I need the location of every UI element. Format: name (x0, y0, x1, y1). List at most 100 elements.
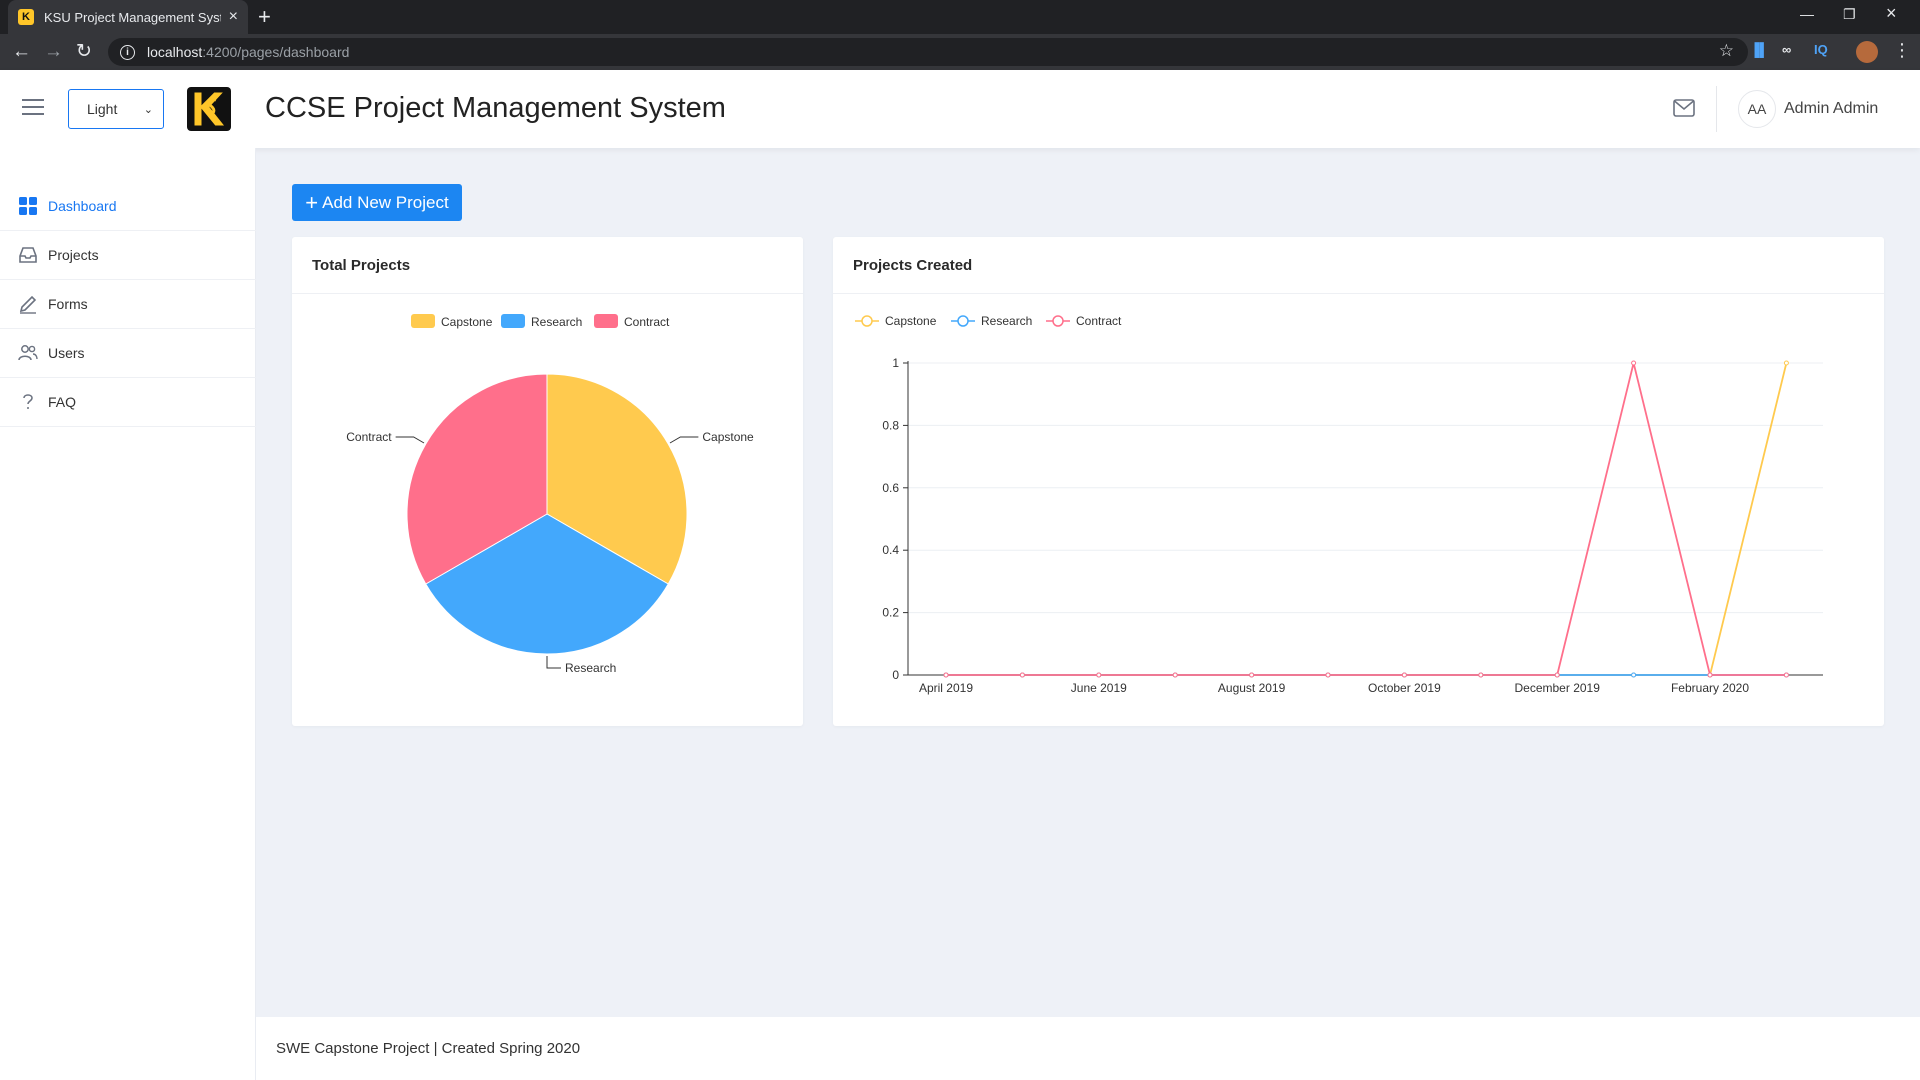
theme-select[interactable]: Light ⌄ (68, 89, 164, 129)
y-tick-label: 0.8 (882, 418, 899, 432)
data-point-contract[interactable] (1631, 360, 1637, 366)
data-point-contract[interactable] (1783, 672, 1789, 678)
legend-label: Capstone (441, 315, 493, 329)
data-point-contract[interactable] (943, 672, 949, 678)
data-point-contract[interactable] (1707, 672, 1713, 678)
total-projects-pie-chart: Capstone Research Contract Capstone Research… (346, 314, 754, 675)
header-divider (1716, 86, 1717, 132)
card-title: Projects Created (833, 237, 1884, 294)
data-point-research[interactable] (1631, 672, 1637, 678)
data-point-contract[interactable] (1478, 672, 1484, 678)
sidebar-item-dashboard[interactable]: Dashboard (0, 182, 256, 231)
extension-glasses-icon[interactable]: ∞ (1782, 42, 1791, 57)
plus-icon: + (305, 189, 319, 215)
extension-iq-icon[interactable]: IQ (1814, 42, 1828, 57)
sidebar-item-projects[interactable]: Projects (0, 231, 256, 280)
footer: SWE Capstone Project | Created Spring 20… (256, 1017, 1920, 1080)
sidebar: Dashboard Projects Forms Users FAQ (0, 148, 256, 1080)
y-tick-label: 0.2 (882, 606, 899, 620)
y-tick-label: 0.4 (882, 543, 899, 557)
close-window-icon[interactable]: × (1886, 3, 1897, 24)
legend-item-capstone[interactable]: Capstone (855, 314, 937, 328)
data-point-contract[interactable] (1554, 672, 1560, 678)
sidebar-item-label: Forms (48, 296, 88, 312)
sidebar-item-forms[interactable]: Forms (0, 280, 256, 329)
projects-created-card: Projects Created Capstone Research Contrac… (833, 237, 1884, 726)
ksu-logo-icon (187, 87, 231, 131)
add-project-label: Add New Project (322, 192, 449, 212)
people-icon (18, 345, 38, 361)
browser-menu-icon[interactable]: ⋮ (1893, 40, 1911, 61)
pie-label-line (395, 436, 425, 444)
legend-label: Contract (1076, 314, 1122, 328)
projects-created-line-chart: Capstone Research Contract 0 0.2 0.4 0.6 0.8 1 Ap… (855, 314, 1823, 695)
legend-label: Contract (624, 315, 670, 329)
mail-icon[interactable] (1673, 99, 1695, 117)
data-point-capstone[interactable] (1783, 360, 1789, 366)
url-host: localhost (147, 44, 203, 60)
url-path: :4200/pages/dashboard (202, 44, 350, 60)
profile-avatar-icon[interactable] (1856, 41, 1878, 63)
x-tick-label: April 2019 (919, 681, 973, 695)
menu-toggle-icon[interactable] (22, 99, 44, 117)
add-project-button[interactable]: + Add New Project (292, 184, 462, 221)
app-title: CCSE Project Management System (265, 92, 726, 124)
ksu-favicon-icon: K (18, 9, 34, 25)
y-tick-label: 0 (892, 668, 899, 682)
restore-icon[interactable]: ❐ (1843, 6, 1856, 23)
sidebar-item-users[interactable]: Users (0, 329, 256, 378)
user-avatar[interactable]: AA (1738, 90, 1776, 128)
sidebar-item-faq[interactable]: FAQ (0, 378, 256, 427)
browser-tab[interactable]: K KSU Project Management System × (8, 0, 248, 34)
series-line-contract (946, 362, 1787, 676)
sidebar-item-label: Users (48, 345, 85, 361)
total-projects-card: Total Projects Capstone Research Contract C… (292, 237, 803, 726)
app-header: Light ⌄ CCSE Project Management System A… (0, 70, 1920, 148)
legend-item-research[interactable]: Research (501, 314, 582, 329)
data-point-contract[interactable] (1019, 672, 1025, 678)
data-point-contract[interactable] (1401, 672, 1407, 678)
legend-label: Research (531, 315, 582, 329)
legend-marker (1052, 315, 1064, 327)
sidebar-item-label: Projects (48, 247, 99, 263)
legend-item-research[interactable]: Research (951, 314, 1032, 328)
legend-item-capstone[interactable]: Capstone (411, 314, 493, 329)
extension-bars-icon[interactable]: ▐▌ (1750, 42, 1768, 57)
x-tick-label: June 2019 (1071, 681, 1127, 695)
tab-close-icon[interactable]: × (229, 8, 238, 26)
sidebar-item-label: Dashboard (48, 198, 117, 214)
x-tick-label: August 2019 (1218, 681, 1286, 695)
inbox-icon (19, 247, 37, 263)
footer-text: SWE Capstone Project | Created Spring 20… (276, 1040, 581, 1057)
legend-item-contract[interactable]: Contract (594, 314, 670, 329)
back-icon[interactable]: ← (12, 40, 31, 64)
x-tick-label: October 2019 (1368, 681, 1441, 695)
browser-tab-strip: K KSU Project Management System × + — ❐ … (0, 0, 1920, 34)
address-bar[interactable]: i localhost :4200/pages/dashboard ☆ (108, 38, 1748, 66)
site-info-icon[interactable]: i (120, 44, 135, 60)
x-tick-label: December 2019 (1515, 681, 1601, 695)
card-title: Total Projects (292, 237, 803, 294)
pie-label-research: Research (565, 661, 616, 675)
pie-label-line (546, 656, 561, 669)
new-tab-icon[interactable]: + (258, 5, 271, 29)
legend-marker (957, 315, 969, 327)
grid-icon (19, 197, 37, 215)
legend-swatch (411, 314, 435, 328)
legend-swatch (501, 314, 525, 328)
user-name[interactable]: Admin Admin (1784, 100, 1878, 118)
data-point-contract[interactable] (1325, 672, 1331, 678)
bookmark-star-icon[interactable]: ☆ (1719, 41, 1734, 61)
data-point-contract[interactable] (1249, 672, 1255, 678)
sidebar-item-label: FAQ (48, 394, 77, 410)
data-point-contract[interactable] (1172, 672, 1178, 678)
theme-select-value: Light (87, 101, 118, 117)
legend-swatch (594, 314, 618, 328)
minimize-icon[interactable]: — (1800, 6, 1814, 22)
chevron-down-icon: ⌄ (143, 103, 153, 116)
legend-item-contract[interactable]: Contract (1046, 314, 1122, 328)
reload-icon[interactable]: ↻ (76, 40, 92, 64)
tab-title: KSU Project Management System (44, 9, 221, 25)
forward-icon[interactable]: → (44, 40, 63, 64)
data-point-contract[interactable] (1096, 672, 1102, 678)
